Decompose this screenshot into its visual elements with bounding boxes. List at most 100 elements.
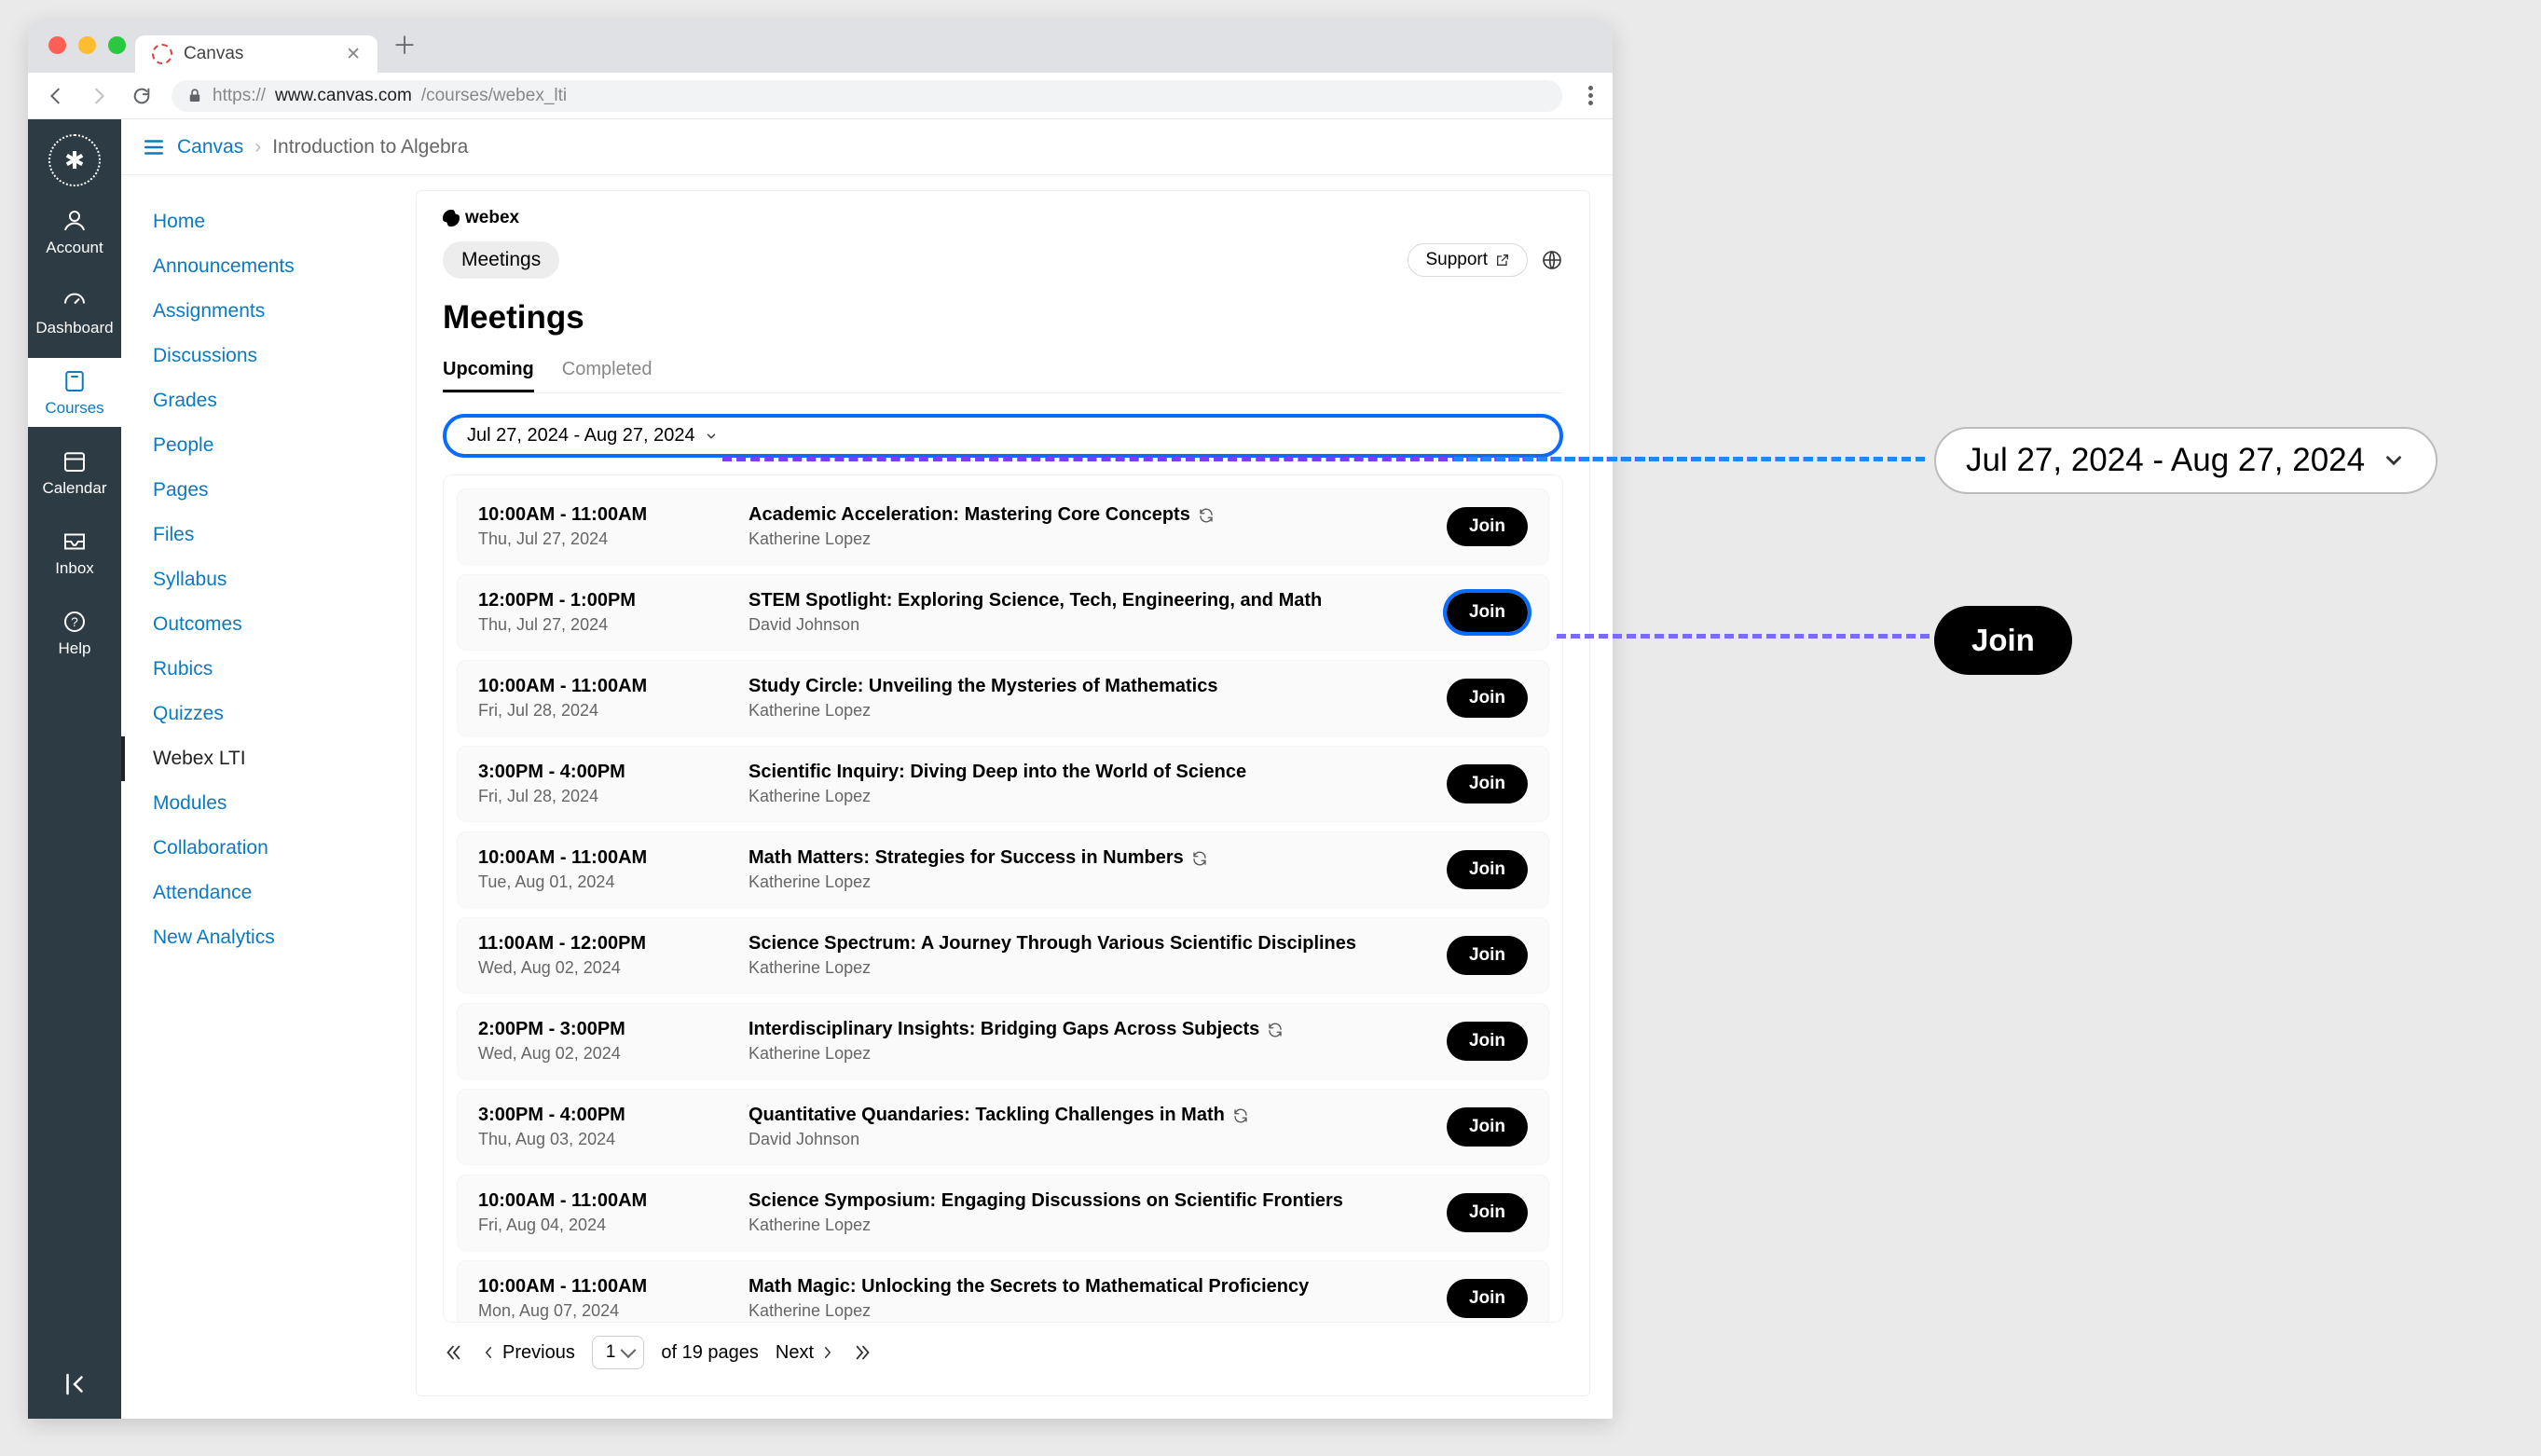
first-page-button[interactable] [443, 1342, 463, 1363]
meeting-title: Math Magic: Unlocking the Secrets to Mat… [749, 1276, 1309, 1298]
sidenav-item[interactable]: Files [121, 513, 401, 557]
meeting-date: Fri, Jul 28, 2024 [478, 701, 749, 721]
meeting-row: 10:00AM - 11:00AMThu, Jul 27, 2024Academ… [457, 488, 1549, 565]
meeting-host: Katherine Lopez [749, 872, 1435, 892]
rail-inbox[interactable]: Inbox [28, 518, 121, 587]
browser-tab[interactable]: Canvas ✕ [135, 35, 378, 73]
meeting-title: Quantitative Quandaries: Tackling Challe… [749, 1105, 1249, 1126]
sidenav-item[interactable]: Assignments [121, 289, 401, 334]
rail-label: Dashboard [35, 319, 113, 337]
webex-logo: webex [443, 208, 1563, 228]
meeting-host: Katherine Lopez [749, 1044, 1435, 1064]
sidenav-item[interactable]: Announcements [121, 244, 401, 289]
sidenav-item[interactable]: Syllabus [121, 557, 401, 602]
rail-calendar[interactable]: Calendar [28, 438, 121, 507]
book-icon [61, 367, 89, 395]
meeting-row: 10:00AM - 11:00AMMon, Aug 07, 2024Math M… [457, 1260, 1549, 1323]
tab-upcoming[interactable]: Upcoming [443, 350, 534, 392]
sidenav-item[interactable]: Quizzes [121, 692, 401, 736]
sidenav-item[interactable]: Webex LTI [121, 736, 401, 781]
next-label: Next [776, 1342, 814, 1364]
meeting-row: 10:00AM - 11:00AMFri, Jul 28, 2024Study … [457, 660, 1549, 736]
meetings-pill[interactable]: Meetings [443, 241, 559, 279]
address-bar[interactable]: https://www.canvas.com/courses/webex_lti [172, 80, 1562, 112]
page-count: of 19 pages [661, 1342, 759, 1364]
dashboard-icon [61, 287, 89, 315]
course-menu-toggle[interactable] [142, 135, 166, 159]
join-button[interactable]: Join [1447, 1193, 1528, 1232]
canvas-logo-icon[interactable]: ✱ [48, 134, 101, 186]
meeting-title: STEM Spotlight: Exploring Science, Tech,… [749, 590, 1322, 611]
sidenav-item[interactable]: People [121, 423, 401, 468]
join-button[interactable]: Join [1447, 1107, 1528, 1147]
meeting-time: 12:00PM - 1:00PM [478, 590, 749, 611]
join-button[interactable]: Join [1447, 936, 1528, 975]
meeting-date: Fri, Jul 28, 2024 [478, 787, 749, 806]
recurring-icon [1267, 1022, 1284, 1038]
rail-dashboard[interactable]: Dashboard [28, 278, 121, 347]
join-button[interactable]: Join [1447, 1279, 1528, 1318]
external-link-icon [1495, 253, 1510, 268]
prev-label: Previous [502, 1342, 575, 1364]
meeting-row: 3:00PM - 4:00PMThu, Aug 03, 2024Quantita… [457, 1089, 1549, 1165]
meeting-title: Math Matters: Strategies for Success in … [749, 847, 1208, 869]
webex-panel: webex Meetings Support Meetings Upcoming [416, 190, 1590, 1396]
sidenav-item[interactable]: Home [121, 199, 401, 244]
back-button[interactable] [43, 83, 69, 109]
sidenav-item[interactable]: Collaboration [121, 826, 401, 871]
minimize-window-icon[interactable] [78, 36, 96, 54]
rail-help[interactable]: ? Help [28, 598, 121, 667]
sidenav-item[interactable]: Modules [121, 781, 401, 826]
meeting-title: Interdisciplinary Insights: Bridging Gap… [749, 1019, 1284, 1040]
breadcrumb-root[interactable]: Canvas [177, 136, 243, 158]
meeting-title: Science Symposium: Engaging Discussions … [749, 1190, 1343, 1212]
sidenav-item[interactable]: Attendance [121, 871, 401, 915]
meeting-row: 10:00AM - 11:00AMFri, Aug 04, 2024Scienc… [457, 1174, 1549, 1251]
meeting-row: 12:00PM - 1:00PMThu, Jul 27, 2024STEM Sp… [457, 574, 1549, 651]
meeting-time: 3:00PM - 4:00PM [478, 762, 749, 783]
recurring-icon [1232, 1107, 1249, 1124]
join-button[interactable]: Join [1447, 593, 1528, 632]
tab-title: Canvas [184, 44, 243, 64]
support-button[interactable]: Support [1408, 243, 1528, 277]
zoom-window-icon[interactable] [108, 36, 126, 54]
last-page-button[interactable] [853, 1342, 873, 1363]
collapse-icon [61, 1370, 89, 1398]
sidenav-item[interactable]: Discussions [121, 334, 401, 378]
url-host: www.canvas.com [275, 86, 412, 106]
url-path: /courses/webex_lti [421, 86, 567, 106]
page-select[interactable]: 1 [592, 1336, 645, 1369]
join-button[interactable]: Join [1447, 507, 1528, 546]
close-window-icon[interactable] [48, 36, 66, 54]
rail-account[interactable]: Account [28, 198, 121, 267]
next-page-button[interactable]: Next [776, 1342, 836, 1364]
browser-menu-button[interactable] [1579, 86, 1598, 105]
join-button[interactable]: Join [1447, 764, 1528, 804]
rail-courses[interactable]: Courses [28, 358, 121, 427]
reload-button[interactable] [129, 83, 155, 109]
sidenav-item[interactable]: Pages [121, 468, 401, 513]
tab-completed[interactable]: Completed [562, 350, 652, 392]
canvas-favicon-icon [152, 44, 172, 64]
global-nav-rail: ✱ Account Dashboard Courses Calendar Inb… [28, 119, 121, 1419]
sidenav-item[interactable]: Grades [121, 378, 401, 423]
prev-page-button[interactable]: Previous [480, 1342, 575, 1364]
collapse-rail-button[interactable] [61, 1370, 89, 1398]
breadcrumb-course: Introduction to Algebra [272, 136, 468, 158]
meeting-date: Thu, Jul 27, 2024 [478, 529, 749, 549]
date-range-selector[interactable]: Jul 27, 2024 - Aug 27, 2024 [443, 414, 1563, 458]
chevron-left-icon [480, 1344, 497, 1361]
new-tab-button[interactable]: ＋ [378, 27, 432, 73]
join-button[interactable]: Join [1447, 850, 1528, 889]
join-button[interactable]: Join [1447, 1022, 1528, 1061]
forward-button[interactable] [86, 83, 112, 109]
sidenav-item[interactable]: Outcomes [121, 602, 401, 647]
sidenav-item[interactable]: New Analytics [121, 915, 401, 960]
close-tab-icon[interactable]: ✕ [346, 44, 361, 65]
meeting-title: Scientific Inquiry: Diving Deep into the… [749, 762, 1246, 783]
rail-label: Account [46, 239, 103, 257]
meetings-list: 10:00AM - 11:00AMThu, Jul 27, 2024Academ… [443, 474, 1563, 1323]
globe-icon[interactable] [1541, 249, 1563, 271]
join-button[interactable]: Join [1447, 679, 1528, 718]
sidenav-item[interactable]: Rubics [121, 647, 401, 692]
